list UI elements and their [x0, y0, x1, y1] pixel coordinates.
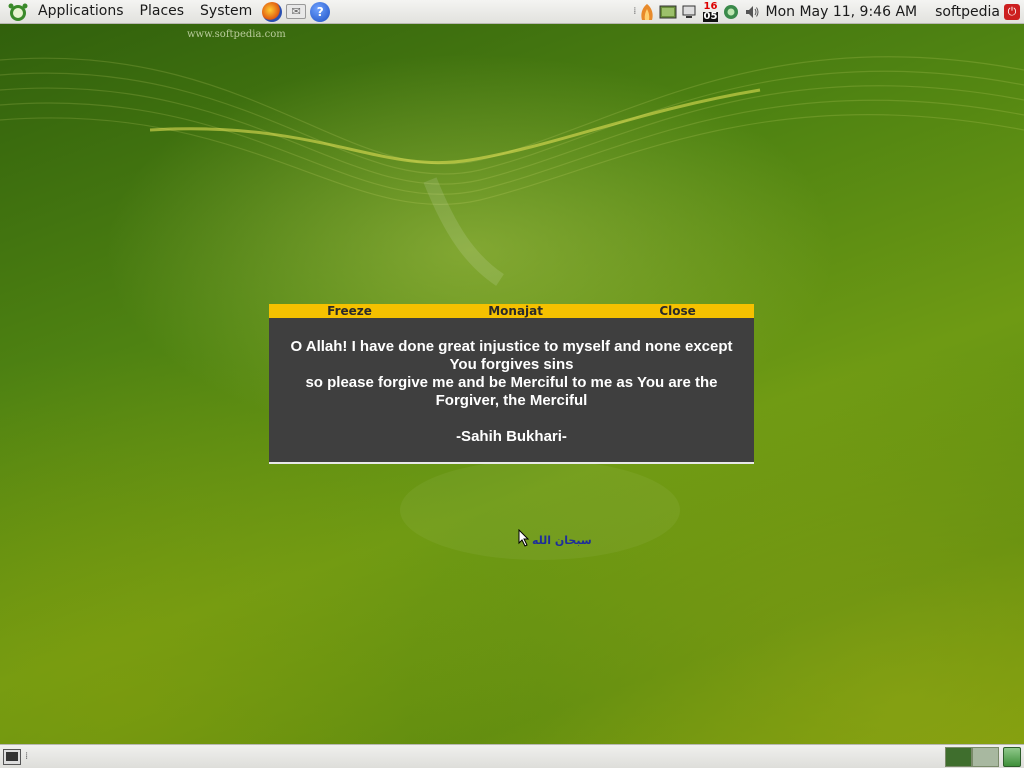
top-panel: Applications Places System ✉ ? ⁞ 16 05 M…: [0, 0, 1024, 24]
mail-icon[interactable]: ✉: [286, 4, 307, 19]
panel-grip-icon: ⁞: [25, 751, 28, 762]
network-tray-icon[interactable]: [680, 3, 698, 21]
main-menu: Applications Places System: [30, 0, 260, 24]
volume-icon[interactable]: [743, 3, 761, 21]
power-icon[interactable]: ⏻: [1004, 3, 1020, 20]
system-tray: ⁞ 16 05: [633, 0, 761, 24]
tray-grip-icon: ⁞: [633, 6, 636, 17]
menu-system[interactable]: System: [192, 0, 260, 24]
calendar-day-top: 16: [703, 0, 718, 12]
gnome-foot-icon[interactable]: [6, 1, 30, 23]
calendar-day-bottom: 05: [702, 10, 719, 22]
trash-icon[interactable]: [1003, 746, 1021, 767]
workspace-1[interactable]: [945, 746, 972, 767]
supplication-source: -Sahih Bukhari-: [456, 428, 567, 445]
workspace-2[interactable]: [972, 746, 999, 767]
help-icon[interactable]: ?: [310, 1, 331, 22]
menu-places[interactable]: Places: [132, 0, 193, 24]
launcher-group: ✉ ?: [262, 1, 331, 22]
dialog-title[interactable]: Monajat: [482, 304, 549, 318]
supplication-text: O Allah! I have done great injustice to …: [269, 318, 754, 410]
mouse-cursor-icon: [518, 529, 530, 547]
workspace-switcher: [945, 746, 999, 767]
monajat-tray-icon[interactable]: [638, 3, 656, 21]
monajat-dialog: Freeze Monajat Close O Allah! I have don…: [269, 304, 754, 464]
supplication-line-1: O Allah! I have done great injustice to …: [290, 338, 733, 373]
image-viewer-tray-icon[interactable]: [659, 3, 677, 21]
menu-applications[interactable]: Applications: [30, 0, 132, 24]
dialog-button-bar: Freeze Monajat Close: [269, 304, 754, 318]
clock[interactable]: Mon May 11, 9:46 AM: [761, 4, 925, 20]
firefox-icon[interactable]: [262, 1, 283, 22]
user-switcher[interactable]: softpedia: [925, 4, 1004, 20]
supplication-line-2: so please forgive me and be Merciful to …: [305, 374, 718, 409]
arabic-desktop-label: سبحان الله: [532, 534, 592, 547]
show-desktop-icon[interactable]: [3, 748, 21, 765]
freeze-button[interactable]: Freeze: [321, 304, 378, 318]
update-tray-icon[interactable]: [722, 3, 740, 21]
close-button[interactable]: Close: [653, 304, 701, 318]
calendar-icon[interactable]: 16 05: [701, 1, 719, 23]
bottom-panel: ⁞: [0, 744, 1024, 768]
watermark-url: www.softpedia.com: [187, 29, 286, 40]
